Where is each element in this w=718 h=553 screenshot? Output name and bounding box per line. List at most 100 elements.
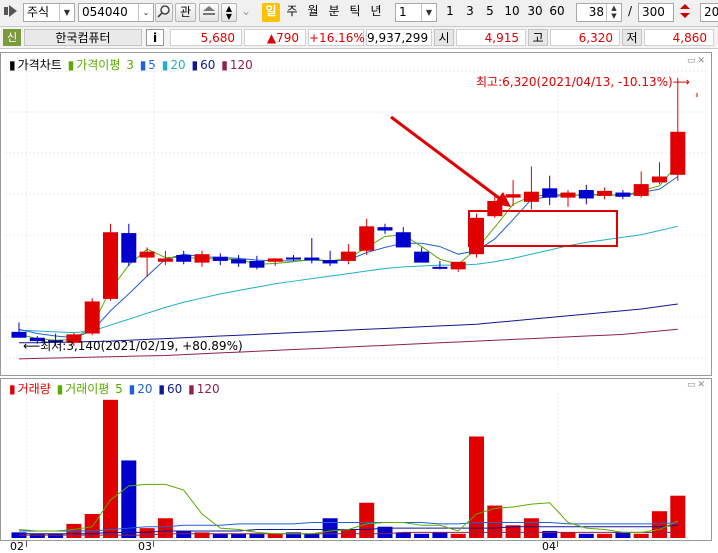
volume-bar-down [414,533,430,538]
candle-down [286,257,301,260]
info-button[interactable]: i [146,29,164,46]
x-axis-label: 04 [542,540,556,553]
open-label: 시 [434,29,454,46]
total-count-input[interactable]: 300 [638,3,674,22]
code-input[interactable]: 054040 ⌄ [78,3,154,22]
x-axis-label: 02 [10,540,24,553]
period-tab-day[interactable]: 일 [262,3,280,22]
period-tab-week[interactable]: 주 [283,3,301,22]
market-select[interactable]: 주식 ▼ [23,3,75,22]
volume-chart-panel[interactable]: ▮ 거래량 ▮ 거래이평 5 ▮ 20 ▮ 60 ▮ 120 ▭✕ [0,378,712,541]
count-button-60[interactable]: 60 [547,3,567,22]
candle-up [469,217,484,255]
spin-icon: ▲ ▼ [606,4,621,21]
volume-bar-up [359,502,375,538]
candle-down [615,192,631,197]
candle-up [103,232,118,299]
low-label: 저 [622,29,642,46]
x-axis-label: 03 [138,540,152,553]
volume-bar-up [652,511,667,538]
period-tab-month[interactable]: 월 [304,3,322,22]
candle-up [194,254,210,263]
watchlist-button[interactable]: 관 [175,3,196,22]
candle-down [212,256,228,261]
count-button-5[interactable]: 5 [483,3,497,22]
trade-volume: 9,937,299 [366,29,432,46]
volume-bar-down [304,533,320,538]
count-separator: / [627,4,633,18]
low-price: 4,860 [644,29,714,46]
volume-bar-down [615,532,631,538]
display-count-input[interactable]: 38 ▲ ▼ [576,3,622,22]
high-label: 고 [528,29,548,46]
stock-info-bar: 신 한국컴퓨터 i 5,680 ▲790 +16.16% 9,937,299 시… [0,27,718,49]
volume-bar-down [29,533,45,538]
display-count-value: 38 [588,5,604,19]
volume-bar-up [670,495,686,538]
watchlist-label: 관 [179,5,192,19]
volume-bar-up [450,533,466,538]
low-annotation: ⟵최저:3,140(2021/02/19, +80.89%) [23,337,243,354]
candle-down [578,190,594,199]
high-price: 6,320 [550,29,620,46]
arrow-right-icon: ⟶ [672,75,690,89]
candle-up [450,261,466,270]
total-count-value: 300 [642,5,665,19]
candle-down [249,260,265,268]
zoom-button[interactable] [677,3,693,22]
candle-down [414,251,430,263]
candle-down [231,259,247,264]
arrow-right-icon[interactable] [2,3,22,22]
candle-up [157,258,173,262]
volume-bar-down [121,460,137,538]
volume-bar-down [249,533,265,538]
volume-bar-up [157,518,173,538]
volume-bar-up [194,532,210,538]
extra-value: 20 [704,5,718,19]
candle-down [121,233,137,263]
price-chart-panel[interactable]: ▮ 가격차트 ▮ 가격이평 3 ▮ 5 ▮ 20 ▮ 60 ▮ 120 ▭✕ 최고:6,32… [0,52,712,376]
candle-down [395,232,411,248]
code-value: 054040 [82,5,128,19]
candle-up [652,176,667,183]
chevron-down-icon[interactable]: ⌄ [239,3,253,22]
candle-down [542,188,558,198]
interval-value: 1 [399,5,407,19]
candle-up [84,301,100,334]
open-price: 4,915 [456,29,526,46]
stepper-button[interactable]: ▲ ▼ [221,3,237,22]
volume-bar-up [103,399,118,538]
candle-down [432,266,448,269]
interval-select[interactable]: 1 ▼ [395,3,437,22]
search-button[interactable] [155,3,173,22]
volume-bar-down [578,533,594,538]
toolbar: 주식 ▼ 054040 ⌄ 관 ▲ ▼ ⌄ 일 주 월 분 틱 년 1 ▼ 1 3… [0,0,718,27]
high-annotation-text: 최고:6,320(2021/04/13, -10.13%) [476,75,673,89]
low-annotation-text: 최저:3,140(2021/02/19, +80.89%) [40,339,243,353]
stock-info-button[interactable] [199,3,219,22]
count-button-10[interactable]: 10 [502,3,522,22]
extra-input[interactable]: 20 [700,3,718,22]
period-tab-year[interactable]: 년 [367,3,385,22]
chevron-down-icon: ▼ [421,4,436,21]
volume-bar-down [231,533,247,538]
chevron-down-icon: ⌄ [138,4,153,21]
period-tab-minute[interactable]: 분 [325,3,343,22]
candle-down [322,260,338,264]
candle-up [267,258,283,262]
candle-up [359,226,375,251]
chevron-down-icon: ▼ [59,4,74,21]
count-button-30[interactable]: 30 [525,3,545,22]
volume-bar-up [633,533,649,538]
updown-icon: ▲ ▼ [225,4,233,21]
volume-bar-down [212,533,228,538]
price-change: ▲790 [244,29,306,46]
volume-bar-down [286,532,301,538]
search-icon [157,5,170,18]
market-label: 주식 [27,5,50,19]
candle-down [377,227,393,231]
volume-bar-up [523,518,539,538]
count-button-1[interactable]: 1 [443,3,457,22]
count-button-3[interactable]: 3 [463,3,477,22]
period-tab-tick[interactable]: 틱 [346,3,364,22]
